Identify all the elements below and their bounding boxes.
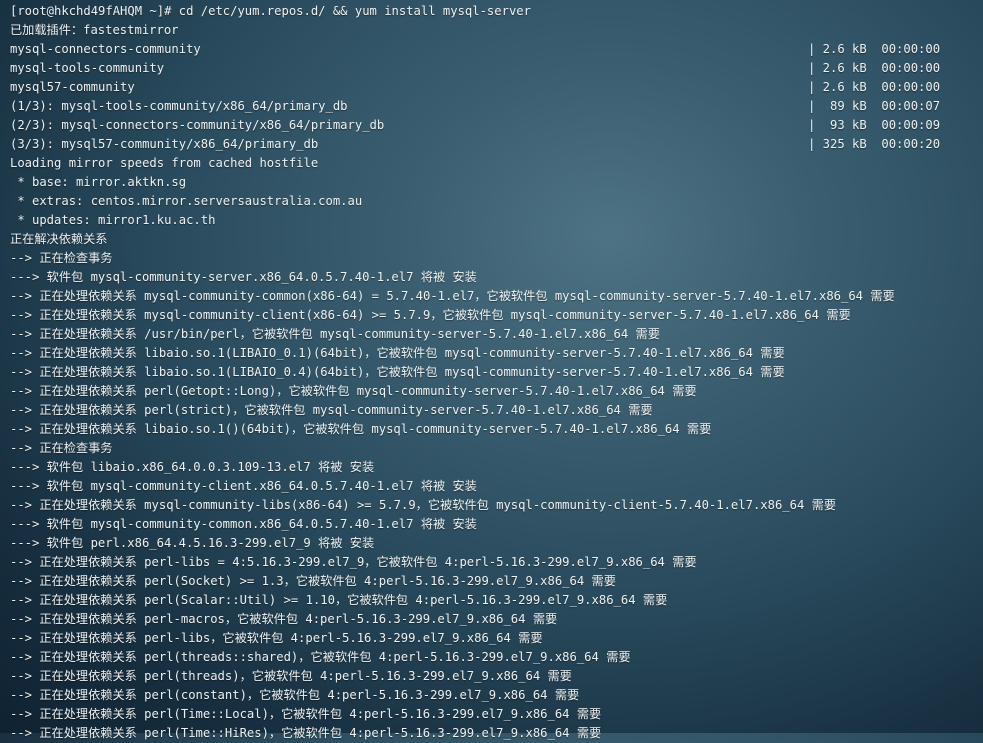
download-stats: | 325 kB 00:00:20 [808,137,941,151]
line-text: (2/3): mysql-connectors-community/x86_64… [10,118,385,132]
line-text: mysql-tools-community [10,61,165,75]
download-stats: | 2.6 kB 00:00:00 [808,80,941,94]
line-text: --> 正在处理依赖关系 perl(threads::shared)，它被软件包… [10,650,631,664]
line-text: --> 正在处理依赖关系 libaio.so.1(LIBAIO_0.4)(64b… [10,365,785,379]
line-text: --> 正在处理依赖关系 libaio.so.1()(64bit)，它被软件包 … [10,422,712,436]
terminal-line: --> 正在检查事务 [0,439,983,458]
terminal-line: Loading mirror speeds from cached hostfi… [0,154,983,173]
terminal-line: --> 正在处理依赖关系 libaio.so.1()(64bit)，它被软件包 … [0,420,983,439]
line-text: (1/3): mysql-tools-community/x86_64/prim… [10,99,348,113]
terminal-line: ---> 软件包 mysql-community-server.x86_64.0… [0,268,983,287]
line-text: * base: mirror.aktkn.sg [10,175,187,189]
download-stats: | 93 kB 00:00:09 [808,118,941,132]
line-text: --> 正在处理依赖关系 perl(Getopt::Long)，它被软件包 my… [10,384,697,398]
terminal-line: 正在解决依赖关系 [0,230,983,249]
terminal-line: --> 正在处理依赖关系 perl(constant)，它被软件包 4:perl… [0,686,983,705]
terminal-line: --> 正在处理依赖关系 libaio.so.1(LIBAIO_0.4)(64b… [0,363,983,382]
terminal-line: mysql-connectors-community | 2.6 kB 00:00… [0,40,983,59]
line-text: --> 正在检查事务 [10,251,113,265]
terminal-line: --> 正在处理依赖关系 perl(Time::Local)，它被软件包 4:p… [0,705,983,724]
terminal-line: [root@hkchd49fAHQM ~]# cd /etc/yum.repos… [0,2,983,21]
line-text: --> 正在处理依赖关系 perl(Scalar::Util) >= 1.10，… [10,593,668,607]
terminal-line: --> 正在检查事务 [0,249,983,268]
line-text: --> 正在处理依赖关系 perl(Time::Local)，它被软件包 4:p… [10,707,602,721]
terminal-line: --> 正在处理依赖关系 perl-libs，它被软件包 4:perl-5.16… [0,629,983,648]
terminal-line: --> 正在处理依赖关系 perl(Time::HiRes)，它被软件包 4:p… [0,724,983,743]
terminal-line: (3/3): mysql57-community/x86_64/primary_… [0,135,983,154]
download-stats: | 2.6 kB 00:00:00 [808,42,941,56]
terminal-output[interactable]: [root@hkchd49fAHQM ~]# cd /etc/yum.repos… [0,0,983,740]
line-text: ---> 软件包 mysql-community-client.x86_64.0… [10,479,477,493]
terminal-line: (1/3): mysql-tools-community/x86_64/prim… [0,97,983,116]
terminal-line: mysql57-community | 2.6 kB 00:00:00 [0,78,983,97]
line-text: 已加载插件：fastestmirror [10,23,179,37]
terminal-line: --> 正在处理依赖关系 mysql-community-client(x86-… [0,306,983,325]
terminal-line: --> 正在处理依赖关系 perl-macros，它被软件包 4:perl-5.… [0,610,983,629]
terminal-line: ---> 软件包 mysql-community-common.x86_64.0… [0,515,983,534]
line-text: (3/3): mysql57-community/x86_64/primary_… [10,137,319,151]
line-text: --> 正在处理依赖关系 mysql-community-common(x86-… [10,289,895,303]
terminal-line: --> 正在处理依赖关系 /usr/bin/perl，它被软件包 mysql-c… [0,325,983,344]
terminal-line: --> 正在处理依赖关系 perl(Getopt::Long)，它被软件包 my… [0,382,983,401]
line-text: ---> 软件包 mysql-community-server.x86_64.0… [10,270,477,284]
line-text: --> 正在处理依赖关系 perl-libs = 4:5.16.3-299.el… [10,555,697,569]
line-text: * updates: mirror1.ku.ac.th [10,213,216,227]
terminal-line: --> 正在处理依赖关系 perl-libs = 4:5.16.3-299.el… [0,553,983,572]
terminal-line: --> 正在处理依赖关系 mysql-community-libs(x86-64… [0,496,983,515]
line-text: --> 正在处理依赖关系 perl(Socket) >= 1.3，它被软件包 4… [10,574,616,588]
line-text: mysql57-community [10,80,135,94]
line-text: Loading mirror speeds from cached hostfi… [10,156,319,170]
terminal-line: --> 正在处理依赖关系 perl(Socket) >= 1.3，它被软件包 4… [0,572,983,591]
terminal-line: * updates: mirror1.ku.ac.th [0,211,983,230]
terminal-line: --> 正在处理依赖关系 mysql-community-common(x86-… [0,287,983,306]
terminal-line: ---> 软件包 mysql-community-client.x86_64.0… [0,477,983,496]
line-text: * extras: centos.mirror.serversaustralia… [10,194,363,208]
download-stats: | 89 kB 00:00:07 [808,99,941,113]
terminal-line: ---> 软件包 perl.x86_64.4.5.16.3-299.el7_9 … [0,534,983,553]
line-text: --> 正在处理依赖关系 perl(constant)，它被软件包 4:perl… [10,688,580,702]
terminal-line: --> 正在处理依赖关系 perl(threads::shared)，它被软件包… [0,648,983,667]
line-text: [root@hkchd49fAHQM ~]# cd /etc/yum.repos… [10,4,531,18]
line-text: --> 正在处理依赖关系 libaio.so.1(LIBAIO_0.1)(64b… [10,346,785,360]
terminal-line: * extras: centos.mirror.serversaustralia… [0,192,983,211]
terminal-line: --> 正在处理依赖关系 perl(strict)，它被软件包 mysql-co… [0,401,983,420]
terminal-line: mysql-tools-community | 2.6 kB 00:00:00 [0,59,983,78]
terminal-line: (2/3): mysql-connectors-community/x86_64… [0,116,983,135]
line-text: 正在解决依赖关系 [10,232,108,246]
line-text: --> 正在处理依赖关系 perl-macros，它被软件包 4:perl-5.… [10,612,558,626]
download-stats: | 2.6 kB 00:00:00 [808,61,941,75]
terminal-line: --> 正在处理依赖关系 libaio.so.1(LIBAIO_0.1)(64b… [0,344,983,363]
line-text: ---> 软件包 perl.x86_64.4.5.16.3-299.el7_9 … [10,536,375,550]
line-text: ---> 软件包 mysql-community-common.x86_64.0… [10,517,477,531]
line-text: --> 正在处理依赖关系 mysql-community-libs(x86-64… [10,498,837,512]
terminal-line: --> 正在处理依赖关系 perl(Scalar::Util) >= 1.10，… [0,591,983,610]
line-text: --> 正在处理依赖关系 perl(threads)，它被软件包 4:perl-… [10,669,572,683]
terminal-line: ---> 软件包 libaio.x86_64.0.0.3.109-13.el7 … [0,458,983,477]
line-text: --> 正在处理依赖关系 /usr/bin/perl，它被软件包 mysql-c… [10,327,660,341]
line-text: --> 正在处理依赖关系 mysql-community-client(x86-… [10,308,851,322]
line-text: --> 正在处理依赖关系 perl(strict)，它被软件包 mysql-co… [10,403,653,417]
terminal-line: --> 正在处理依赖关系 perl(threads)，它被软件包 4:perl-… [0,667,983,686]
terminal-line: 已加载插件：fastestmirror [0,21,983,40]
line-text: ---> 软件包 libaio.x86_64.0.0.3.109-13.el7 … [10,460,375,474]
line-text: mysql-connectors-community [10,42,201,56]
line-text: --> 正在处理依赖关系 perl-libs，它被软件包 4:perl-5.16… [10,631,543,645]
line-text: --> 正在检查事务 [10,441,113,455]
line-text: --> 正在处理依赖关系 perl(Time::HiRes)，它被软件包 4:p… [10,726,602,740]
terminal-line: * base: mirror.aktkn.sg [0,173,983,192]
